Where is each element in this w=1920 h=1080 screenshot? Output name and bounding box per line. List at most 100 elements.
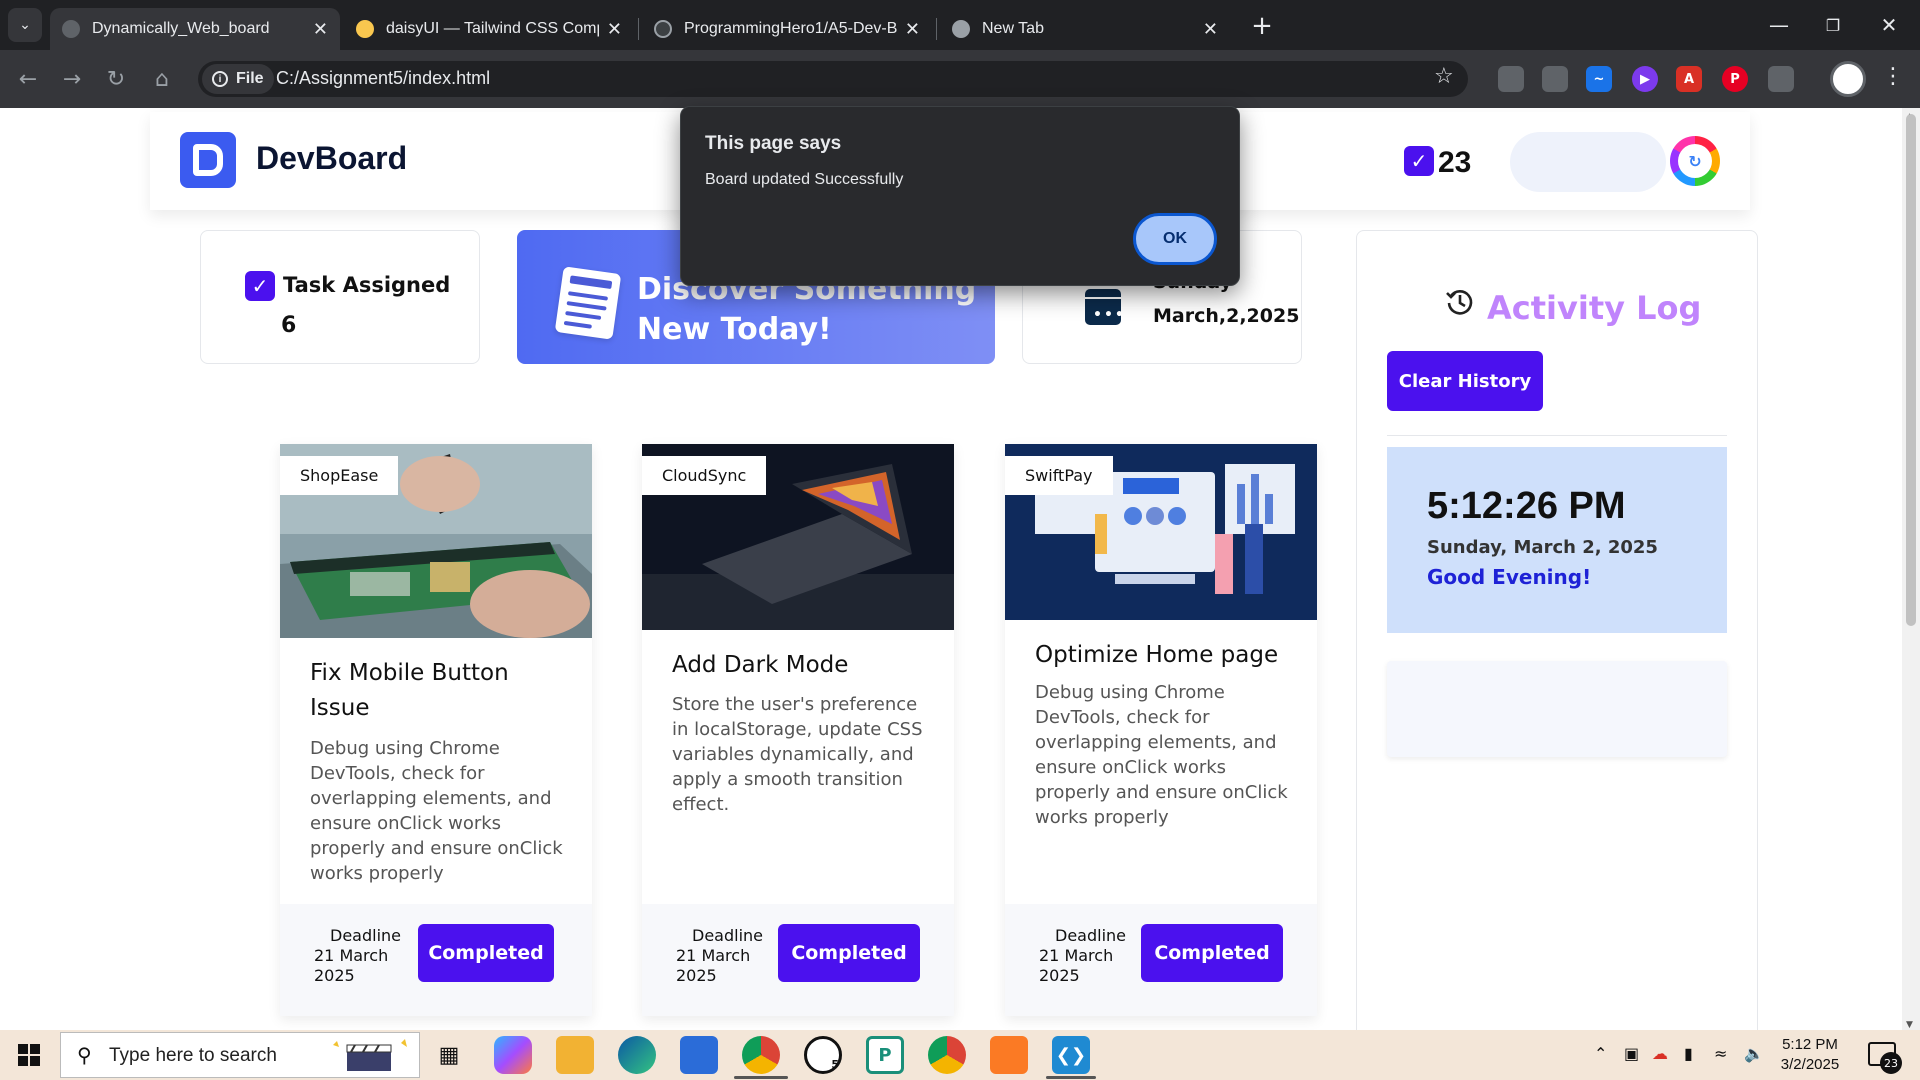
extension-pinterest-icon[interactable]: P (1722, 66, 1748, 92)
globe-icon (62, 20, 80, 38)
tab-separator (638, 18, 639, 40)
tray-chevron-icon[interactable]: ⌃ (1594, 1044, 1607, 1063)
tab-github[interactable]: ProgrammingHero1/A5-Dev-Bo ✕ (642, 8, 932, 50)
clear-history-button[interactable]: Clear History (1387, 351, 1543, 411)
clapperboard-icon (333, 1039, 407, 1071)
reading-mode-icon[interactable] (1498, 66, 1524, 92)
deadline-label: Deadline (330, 926, 401, 945)
chrome-taskbar-icon[interactable] (742, 1036, 780, 1074)
scroll-down-arrow-icon[interactable]: ▼ (1906, 1020, 1913, 1030)
page-scrollbar[interactable]: ▲ ▼ (1902, 108, 1920, 1030)
site-info-chip[interactable]: i File (202, 64, 274, 94)
close-tab-icon[interactable]: ✕ (1203, 19, 1218, 40)
daisyui-icon (356, 20, 374, 38)
task-count: 23 (1438, 146, 1472, 179)
battery-icon[interactable]: ▮ (1684, 1044, 1693, 1063)
back-arrow-icon[interactable]: ← (12, 63, 44, 95)
notification-count-badge: 23 (1880, 1052, 1902, 1074)
chrome-profile-icon[interactable] (928, 1036, 966, 1074)
pycharm-like-app-icon[interactable]: P (866, 1036, 904, 1074)
task-description: Store the user's preference in localStor… (672, 694, 923, 815)
volume-icon[interactable]: 🔈 (1744, 1044, 1764, 1063)
taskbar-clock[interactable]: 5:12 PM 3/2/2025 (1770, 1035, 1850, 1075)
completed-button[interactable]: Completed (418, 924, 554, 982)
task-description: Debug using Chrome DevTools, check for o… (310, 738, 563, 884)
extension-play-icon[interactable]: ▶ (1632, 66, 1658, 92)
scrollbar-thumb[interactable] (1906, 114, 1916, 626)
task-assigned-label: Task Assigned (283, 273, 451, 297)
dialog-message: Board updated Successfully (705, 171, 904, 188)
task-card: SwiftPay Optimize Home page Debug using … (1005, 444, 1317, 1016)
tab-label: ProgrammingHero1/A5-Dev-Bo (684, 20, 897, 37)
microsoft-store-icon[interactable] (680, 1036, 718, 1074)
refresh-icon: ↻ (1678, 144, 1712, 178)
activity-log-list[interactable] (1387, 661, 1727, 757)
dialog-title: This page says (705, 133, 842, 154)
close-tab-icon[interactable]: ✕ (313, 19, 328, 40)
menu-kebab-icon[interactable]: ⋮ (1882, 64, 1904, 89)
close-tab-icon[interactable]: ✕ (905, 19, 920, 40)
file-explorer-icon[interactable] (556, 1036, 594, 1074)
tab-label: Dynamically_Web_board (92, 20, 270, 37)
wifi-icon[interactable]: ≈ (1714, 1044, 1727, 1063)
bookmark-star-icon[interactable]: ☆ (1434, 64, 1454, 89)
tab-label: daisyUI — Tailwind CSS Compo (386, 20, 599, 37)
file-chip-label: File (236, 70, 264, 87)
taskbar-search-box[interactable]: ⚲ Type here to search (60, 1032, 420, 1078)
minimize-icon[interactable]: — (1754, 8, 1804, 42)
theme-color-button[interactable]: ↻ (1670, 136, 1720, 186)
completed-button[interactable]: Completed (778, 924, 920, 982)
task-title: Fix Mobile Button Issue (310, 660, 509, 721)
active-app-indicator (1046, 1076, 1096, 1079)
search-placeholder: Type here to search (109, 1045, 277, 1066)
xampp-icon[interactable] (990, 1036, 1028, 1074)
task-view-icon[interactable]: ▦ (430, 1036, 468, 1074)
home-icon[interactable]: ⌂ (146, 63, 178, 95)
vscode-icon[interactable]: ❮❯ (1052, 1036, 1090, 1074)
windows-start-icon[interactable] (18, 1044, 40, 1066)
extension-pdf-icon[interactable]: A (1676, 66, 1702, 92)
project-tag: SwiftPay (1005, 456, 1113, 495)
onedrive-error-icon[interactable]: ☁ (1652, 1044, 1668, 1063)
new-tab-plus-icon[interactable]: + (1246, 10, 1278, 42)
restore-icon[interactable]: ❐ (1808, 8, 1858, 42)
chrome-icon (952, 20, 970, 38)
close-window-icon[interactable]: ✕ (1864, 8, 1914, 42)
deadline-label: Deadline (1055, 926, 1126, 945)
extension-translate-icon[interactable] (1542, 66, 1568, 92)
extension-wave-icon[interactable]: ~ (1586, 66, 1612, 92)
task-footer: Deadline 21 March 2025 Completed (280, 904, 592, 1016)
github-icon (654, 20, 672, 38)
dialog-ok-button[interactable]: OK (1133, 213, 1217, 265)
taskbar-date: 3/2/2025 (1780, 1056, 1840, 1073)
extensions-puzzle-icon[interactable] (1768, 66, 1794, 92)
clock-time: 5:12:26 PM (1427, 485, 1626, 527)
calendar-icon: ••• (1085, 289, 1124, 325)
deadline-date: 21 March 2025 (1039, 946, 1114, 985)
whatsapp-icon[interactable]: 5 (804, 1036, 842, 1074)
url-text[interactable]: C:/Assignment5/index.html (276, 68, 490, 89)
completed-button[interactable]: Completed (1141, 924, 1283, 982)
taskbar-time: 5:12 PM (1782, 1036, 1838, 1053)
tab-dynamically-web-board[interactable]: Dynamically_Web_board ✕ (50, 8, 340, 50)
greeting: Good Evening! (1427, 565, 1592, 589)
deadline-date: 21 March 2025 (314, 946, 389, 985)
active-app-indicator (734, 1076, 788, 1079)
search-icon: ⚲ (77, 1043, 92, 1067)
deadline-label: Deadline (692, 926, 763, 945)
tab-daisyui[interactable]: daisyUI — Tailwind CSS Compo ✕ (344, 8, 634, 50)
meet-now-icon[interactable]: ▣ (1624, 1044, 1639, 1063)
forward-arrow-icon[interactable]: → (56, 63, 88, 95)
close-tab-icon[interactable]: ✕ (607, 19, 622, 40)
browser-tab-strip: ⌄ Dynamically_Web_board ✕ daisyUI — Tail… (0, 0, 1920, 50)
tab-new-tab[interactable]: New Tab ✕ (940, 8, 1230, 50)
whatsapp-badge: 5 (831, 1058, 839, 1071)
reload-icon[interactable]: ↻ (100, 63, 132, 95)
edge-icon[interactable] (618, 1036, 656, 1074)
tab-search-chevron-icon[interactable]: ⌄ (8, 8, 42, 42)
alert-dialog: This page says Board updated Successfull… (680, 106, 1240, 286)
profile-avatar[interactable] (1830, 61, 1866, 97)
task-assigned-card: ✓ Task Assigned 6 (200, 230, 480, 364)
copilot-icon[interactable] (494, 1036, 532, 1074)
task-assigned-value: 6 (281, 313, 297, 338)
